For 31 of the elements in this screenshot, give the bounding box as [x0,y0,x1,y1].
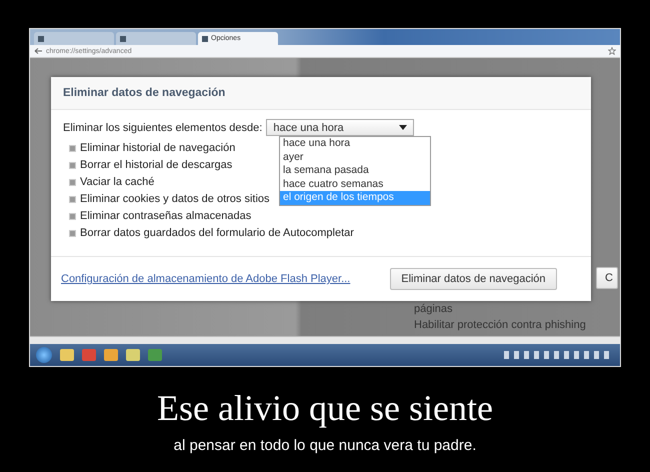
checkbox-label: Borrar el historial de descargas [80,159,232,171]
browser-tab[interactable] [116,32,196,45]
page-icon [38,36,44,42]
range-dropdown[interactable]: hace una hora [266,119,414,136]
start-icon[interactable] [36,347,52,363]
caption-title: Ese alivio que se siente [157,387,493,429]
page-icon [120,36,126,42]
checkbox[interactable] [69,212,76,220]
checkbox-label: Borrar datos guardados del formulario de Autocompletar [80,227,354,239]
page-text: páginas [414,303,454,315]
back-arrow-icon[interactable] [34,48,42,54]
checkbox-label: Vaciar la caché [80,176,154,188]
checkbox-label: Eliminar cookies y datos de otros sitios [80,193,270,205]
caption-subtitle: al pensar en todo lo que nunca vera tu padre. [174,437,476,454]
flash-settings-link[interactable]: Configuración de almacenamiento de Adobe Flash Player... [61,273,350,285]
star-icon[interactable] [608,47,616,55]
page-icon [202,36,208,42]
page-text: Habilitar protección contra phishing [414,319,586,331]
clear-data-button[interactable]: Eliminar datos de navegación [390,268,557,290]
checkbox[interactable] [69,144,76,152]
browser-tab[interactable] [34,32,114,45]
checkbox[interactable] [69,162,76,168]
caret-icon [399,125,408,130]
checkbox[interactable] [69,178,76,186]
cancel-button[interactable]: C [596,267,618,289]
checkbox[interactable] [69,196,76,202]
checkbox-label: Eliminar contraseñas almacenadas [80,210,252,222]
range-label: Eliminar los siguientes elementos desde: [63,122,262,134]
checkbox[interactable] [69,230,76,236]
dialog-title: Eliminar datos de navegación [51,77,591,110]
checkbox-label: Eliminar historial de navegación [80,142,236,154]
